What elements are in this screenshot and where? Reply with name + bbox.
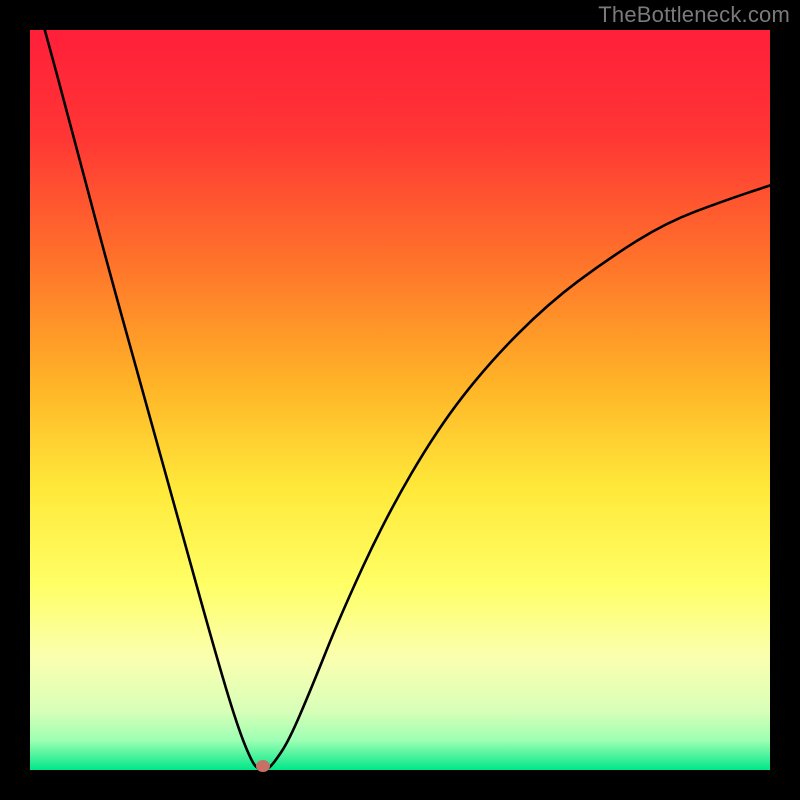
bottleneck-curve [30, 30, 770, 770]
plot-area [30, 30, 770, 770]
min-marker-dot [256, 760, 270, 772]
chart-frame: TheBottleneck.com [0, 0, 800, 800]
watermark-text: TheBottleneck.com [598, 2, 790, 28]
curve-path [45, 30, 770, 770]
